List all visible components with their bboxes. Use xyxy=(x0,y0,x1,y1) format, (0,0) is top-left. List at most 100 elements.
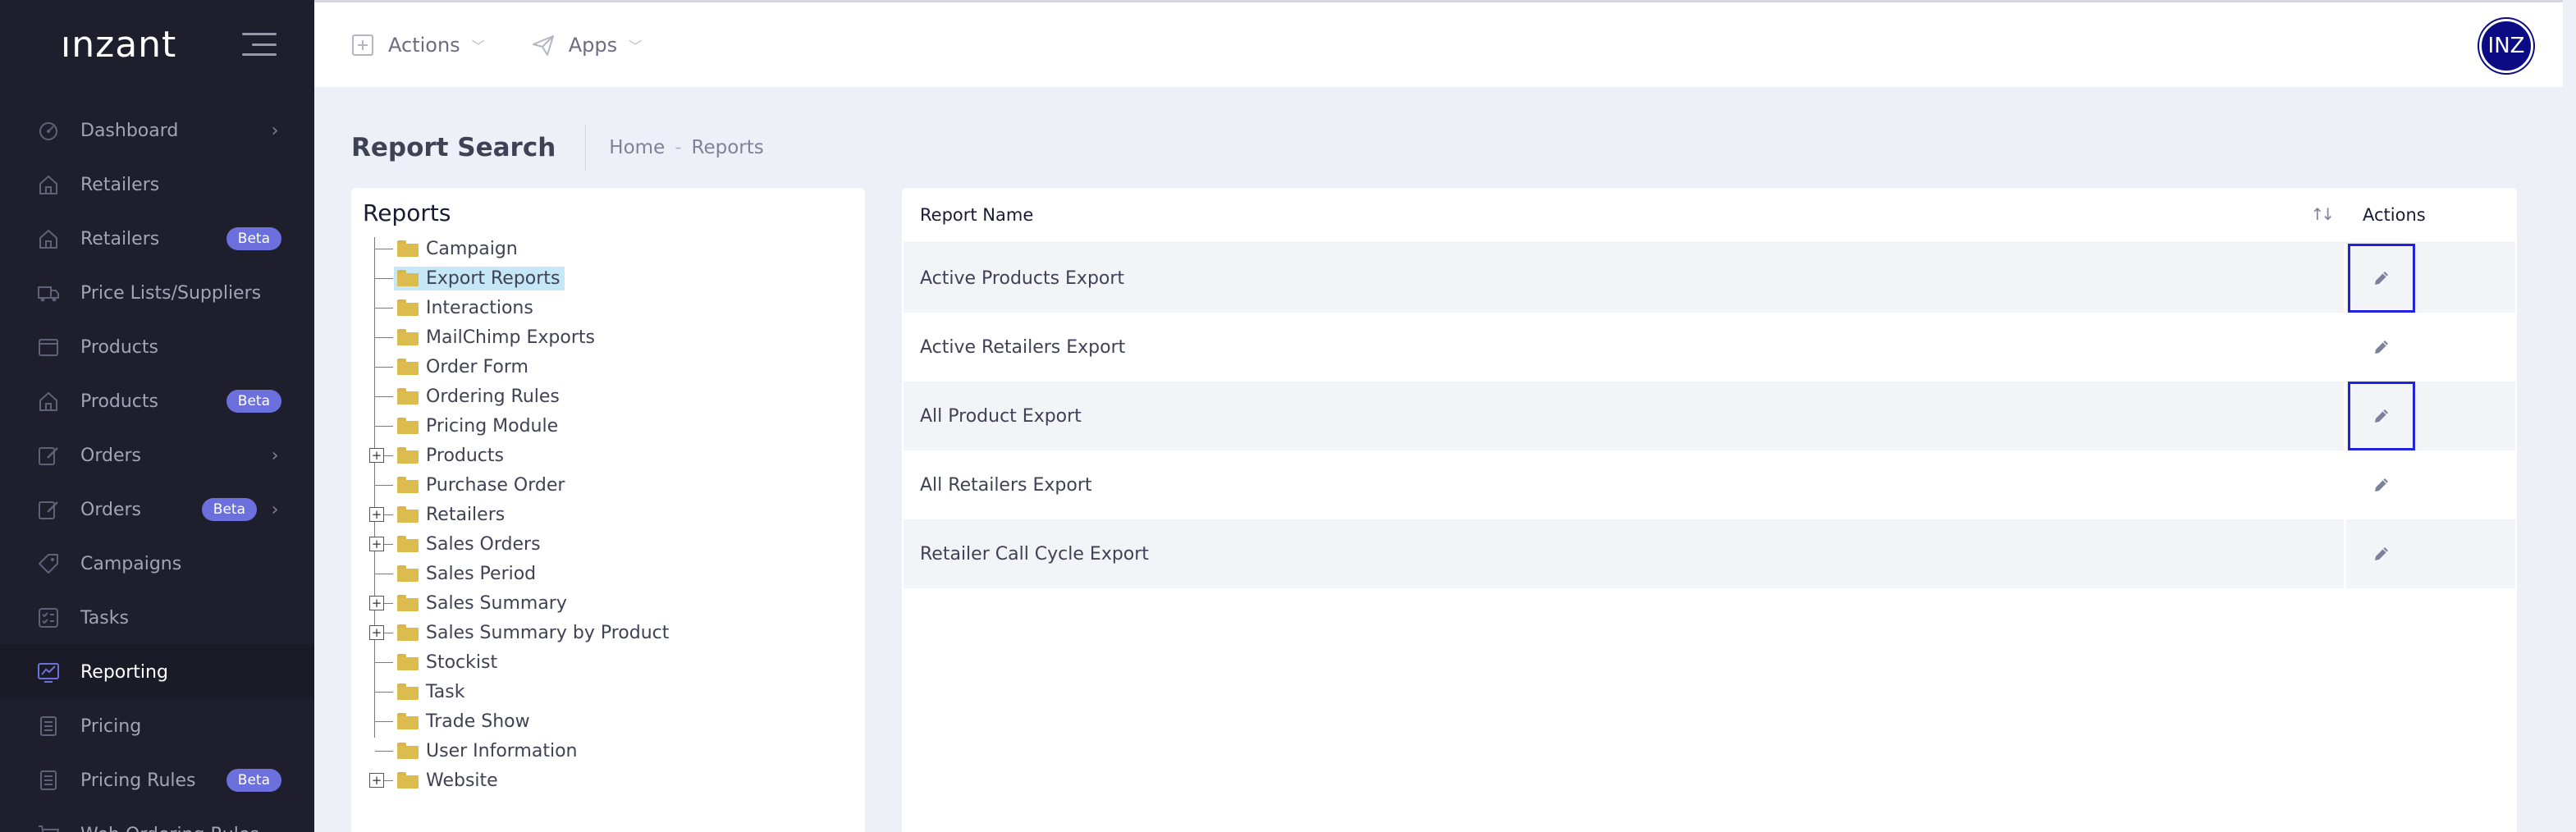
actions-cell xyxy=(2346,382,2515,450)
sidebar-item-products[interactable]: Products xyxy=(0,320,314,374)
tree-node-sales-period[interactable]: Sales Period xyxy=(394,562,541,586)
sidebar-item-orders[interactable]: Orders › xyxy=(0,428,314,482)
tree-node-products[interactable]: Products xyxy=(394,444,509,468)
tree-node: + Retailers xyxy=(369,500,853,529)
sidebar-item-products-beta[interactable]: Products Beta xyxy=(0,374,314,428)
expand-icon[interactable]: + xyxy=(369,596,384,610)
sidebar-item-pricing-rules-beta[interactable]: Pricing Rules Beta xyxy=(0,753,314,807)
tree-node-user-information[interactable]: User Information xyxy=(394,739,583,763)
tree-node-mailchimp-exports[interactable]: MailChimp Exports xyxy=(394,326,600,350)
tree-node-order-form[interactable]: Order Form xyxy=(394,355,533,379)
tree-node-interactions[interactable]: Interactions xyxy=(394,296,538,320)
tree-node-pricing-module[interactable]: Pricing Module xyxy=(394,414,563,438)
sidebar-item-label: Orders xyxy=(80,445,141,466)
report-name-cell[interactable]: Active Products Export xyxy=(904,244,2346,313)
brand-logo[interactable]: ınzant xyxy=(61,24,176,66)
sidebar-item-campaigns[interactable]: Campaigns xyxy=(0,537,314,591)
folder-icon xyxy=(397,299,419,316)
menu-toggle-icon[interactable] xyxy=(242,33,277,56)
tree-node-retailers[interactable]: Retailers xyxy=(394,503,510,527)
tree-node-purchase-order[interactable]: Purchase Order xyxy=(394,473,570,497)
tree-node-campaign[interactable]: Campaign xyxy=(394,237,523,261)
tree-node-stockist[interactable]: Stockist xyxy=(394,651,502,674)
sidebar: ınzant Dashboard › Retailers Retailers Beta P… xyxy=(0,0,314,832)
expand-icon[interactable]: + xyxy=(369,537,384,551)
tree-connector-line xyxy=(375,337,393,338)
tree-node: Export Reports xyxy=(369,263,853,293)
chevron-right-icon: › xyxy=(271,499,279,520)
breadcrumb-reports-link[interactable]: Reports xyxy=(692,137,764,158)
sidebar-item-orders-beta[interactable]: Orders Beta › xyxy=(0,482,314,537)
top-header: Actions ﹀ Apps ﹀ INZ xyxy=(314,0,2563,87)
home-icon xyxy=(36,389,61,414)
report-name-cell[interactable]: Active Retailers Export xyxy=(904,313,2346,382)
sidebar-item-web-ordering-rules[interactable]: Web Ordering Rules xyxy=(0,807,314,832)
sidebar-item-price-lists-suppliers[interactable]: Price Lists/Suppliers xyxy=(0,266,314,320)
folder-icon xyxy=(397,743,419,759)
edit-button[interactable] xyxy=(2348,313,2415,382)
tree-node-ordering-rules[interactable]: Ordering Rules xyxy=(394,385,565,409)
actions-icon xyxy=(352,34,373,56)
sidebar-item-retailers[interactable]: Retailers xyxy=(0,158,314,212)
edit-button[interactable] xyxy=(2348,244,2415,313)
tree-connector-line xyxy=(375,721,393,722)
beta-badge: Beta xyxy=(226,227,281,250)
breadcrumb-home-link[interactable]: Home xyxy=(609,137,665,158)
sidebar-item-tasks[interactable]: Tasks xyxy=(0,591,314,645)
edit-button[interactable] xyxy=(2348,382,2415,450)
tree-title: Reports xyxy=(363,199,451,226)
pencil-icon xyxy=(2372,406,2391,426)
folder-icon xyxy=(397,654,419,670)
expand-icon[interactable]: + xyxy=(369,773,384,788)
tree-connector-line xyxy=(375,751,393,752)
expand-icon[interactable]: + xyxy=(369,625,384,640)
chevron-down-icon: ﹀ xyxy=(471,38,485,54)
report-name-cell[interactable]: All Product Export xyxy=(904,382,2346,450)
subheader: Report Search Home - Reports xyxy=(351,123,764,172)
tree-node-label: Order Form xyxy=(426,356,528,377)
tree-node-label: Trade Show xyxy=(426,711,530,732)
tree-node-label: Campaign xyxy=(426,238,518,259)
tree-node: User Information xyxy=(369,736,853,766)
edit-button[interactable] xyxy=(2348,519,2415,588)
folder-icon xyxy=(397,359,419,375)
report-name-cell[interactable]: Retailer Call Cycle Export xyxy=(904,519,2346,588)
cart-icon xyxy=(36,822,61,832)
tree-node: + Sales Summary by Product xyxy=(369,618,853,647)
tree-node-sales-summary-by-product[interactable]: Sales Summary by Product xyxy=(394,621,674,645)
report-name-cell[interactable]: All Retailers Export xyxy=(904,450,2346,519)
apps-menu-button[interactable]: Apps ﹀ xyxy=(531,21,642,70)
user-avatar[interactable]: INZ xyxy=(2479,19,2533,73)
sidebar-item-pricing[interactable]: Pricing xyxy=(0,699,314,753)
tree-node: Sales Period xyxy=(369,559,853,588)
folder-icon xyxy=(397,536,419,552)
tree-node-trade-show[interactable]: Trade Show xyxy=(394,710,535,734)
tree-node-sales-summary[interactable]: Sales Summary xyxy=(394,592,572,615)
chevron-down-icon: ﹀ xyxy=(629,38,643,54)
tasks-icon xyxy=(36,606,61,630)
tree-node-label: Sales Orders xyxy=(426,533,541,555)
sidebar-item-reporting[interactable]: Reporting xyxy=(0,645,314,699)
tree-node-task[interactable]: Task xyxy=(394,680,469,704)
expand-icon[interactable]: + xyxy=(369,448,384,463)
expand-icon[interactable]: + xyxy=(369,507,384,522)
sidebar-item-label: Dashboard xyxy=(80,120,179,141)
actions-menu-button[interactable]: Actions ﹀ xyxy=(350,21,485,70)
sidebar-item-label: Reporting xyxy=(80,661,168,683)
table-row: Active Retailers Export xyxy=(904,313,2515,382)
folder-icon xyxy=(397,683,419,700)
tree-node-website[interactable]: Website xyxy=(394,769,503,793)
tree-node: Ordering Rules xyxy=(369,382,853,411)
actions-cell xyxy=(2346,450,2515,519)
table-row: All Product Export xyxy=(904,382,2515,450)
tree-node-export-reports[interactable]: Export Reports xyxy=(394,266,565,290)
sort-icon[interactable]: ↑↓ xyxy=(2310,204,2334,224)
box-icon xyxy=(36,335,61,359)
tree-node-sales-orders[interactable]: Sales Orders xyxy=(394,533,546,556)
column-header-report-name[interactable]: Report Name ↑↓ xyxy=(904,188,2346,242)
edit-button[interactable] xyxy=(2348,450,2415,519)
tree-node-label: Task xyxy=(426,681,465,702)
sidebar-item-dashboard[interactable]: Dashboard › xyxy=(0,103,314,158)
sidebar-item-retailers-beta[interactable]: Retailers Beta xyxy=(0,212,314,266)
folder-icon xyxy=(397,565,419,582)
